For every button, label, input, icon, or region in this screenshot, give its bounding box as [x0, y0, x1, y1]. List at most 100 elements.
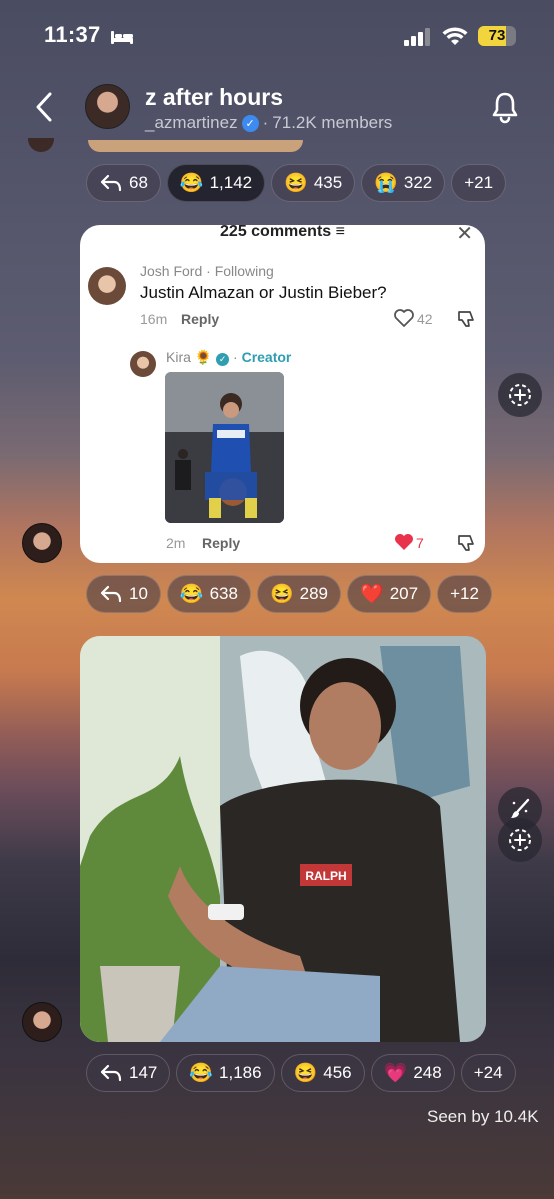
creator-avatar[interactable]: [130, 351, 156, 377]
battery-indicator: 73: [478, 26, 516, 46]
laugh-cry-emoji-icon: 😂: [179, 584, 204, 605]
comment-relation: Following: [214, 263, 274, 279]
basketball-player-image: [165, 372, 284, 523]
reaction-count: 1,142: [209, 173, 253, 192]
dislike-icon[interactable]: [456, 533, 476, 553]
reaction-count: 322: [403, 173, 433, 192]
more-reactions-count: +24: [473, 1063, 503, 1082]
channel-handle[interactable]: _azmartinez: [145, 113, 238, 133]
seen-by-count[interactable]: Seen by 10.4K: [427, 1107, 539, 1127]
post-photo[interactable]: RALPH: [80, 636, 486, 1042]
reply-count: 10: [129, 584, 148, 603]
channel-subtitle: _azmartinez ✓ · 71.2K members: [145, 113, 392, 133]
reply-photo[interactable]: [165, 372, 284, 523]
grin-emoji-icon: 😆: [269, 584, 294, 605]
reaction-grin[interactable]: 😆 456: [280, 1054, 365, 1092]
reply-like-count: 7: [416, 535, 424, 551]
reply-count-button[interactable]: 10: [86, 575, 161, 613]
reaction-sob[interactable]: 😭 322: [361, 164, 446, 202]
battery-percent: 73: [488, 27, 506, 44]
reaction-row-top: 68 😂 1,142 😆 435 😭 322 +21: [86, 164, 507, 202]
reply-count: 68: [129, 173, 148, 192]
comment-text: Justin Almazan or Justin Bieber?: [140, 283, 387, 302]
poster-avatar[interactable]: [22, 1002, 62, 1042]
reply-icon: [100, 585, 122, 603]
poster-avatar[interactable]: [22, 523, 62, 563]
channel-avatar[interactable]: [85, 84, 130, 129]
reaction-grin[interactable]: 😆 435: [271, 164, 356, 202]
reaction-heart[interactable]: ❤️ 207: [347, 575, 432, 613]
comments-card: 225 comments ≡ ✕ Josh Ford · Following J…: [80, 225, 485, 563]
reply-icon: [100, 1064, 122, 1082]
more-reactions-button[interactable]: +21: [451, 164, 507, 202]
laugh-cry-emoji-icon: 😂: [189, 1063, 214, 1084]
sunflower-icon: 🌻: [194, 349, 213, 365]
creator-verified-icon: ✓: [216, 353, 230, 366]
reply-reply-button[interactable]: Reply: [202, 535, 240, 551]
previous-post-edge: [88, 140, 303, 152]
back-button[interactable]: [30, 90, 60, 124]
close-icon[interactable]: ✕: [456, 225, 473, 246]
previous-post-avatar: [28, 138, 54, 152]
channel-title[interactable]: z after hours: [145, 84, 283, 111]
heart-filled-icon[interactable]: [394, 533, 414, 551]
reply-author-line: Kira 🌻 ✓ · Creator: [166, 349, 292, 366]
heart-emoji-icon: ❤️: [360, 584, 384, 605]
creator-badge: Creator: [241, 349, 292, 365]
comment-author-line: Josh Ford · Following: [140, 263, 274, 279]
add-circle-icon: [509, 384, 531, 406]
laugh-cry-emoji-icon: 😂: [179, 173, 204, 194]
reaction-count: 289: [299, 584, 329, 603]
more-reactions-count: +12: [450, 584, 479, 603]
comment-like-count: 42: [417, 311, 433, 327]
heart-outline-icon[interactable]: [394, 309, 414, 327]
comments-header[interactable]: 225 comments ≡: [80, 225, 485, 241]
reply-count-button[interactable]: 147: [86, 1054, 171, 1092]
reaction-laugh-cry[interactable]: 😂 638: [166, 575, 251, 613]
add-reaction-button[interactable]: [498, 373, 542, 417]
more-reactions-button[interactable]: +12: [437, 575, 492, 613]
reaction-laugh-cry[interactable]: 😂 1,186: [176, 1054, 275, 1092]
verified-badge-icon: ✓: [241, 114, 259, 132]
sort-filter-icon: ≡: [335, 225, 345, 240]
grin-emoji-icon: 😆: [293, 1063, 318, 1084]
comment-time: 16m: [140, 311, 168, 327]
subtitle-separator: ·: [262, 113, 269, 132]
add-reaction-button[interactable]: [498, 818, 542, 862]
pink-heart-emoji-icon: 💗: [383, 1063, 408, 1084]
comment-author[interactable]: Josh Ford: [140, 263, 202, 279]
wifi-icon: [442, 27, 468, 45]
reaction-grin[interactable]: 😆 289: [256, 575, 342, 613]
comments-count: 225 comments: [220, 225, 332, 240]
notification-bell-icon[interactable]: [490, 90, 520, 124]
reaction-laugh-cry[interactable]: 😂 1,142: [166, 164, 266, 202]
reply-icon: [100, 174, 122, 192]
reaction-pink-heart[interactable]: 💗 248: [370, 1054, 455, 1092]
more-reactions-count: +21: [464, 173, 494, 192]
post-image: RALPH: [80, 636, 486, 1042]
sob-emoji-icon: 😭: [374, 173, 398, 194]
more-reactions-button[interactable]: +24: [460, 1054, 516, 1092]
reaction-count: 435: [313, 173, 343, 192]
member-count: 71.2K members: [272, 113, 393, 132]
commenter-avatar[interactable]: [88, 267, 126, 305]
reaction-row-bottom: 147 😂 1,186 😆 456 💗 248 +24: [86, 1054, 516, 1092]
reaction-count: 456: [323, 1063, 352, 1082]
add-circle-icon: [509, 829, 531, 851]
status-time: 11:37: [44, 22, 101, 47]
reply-time: 2m: [166, 535, 186, 551]
shirt-print: RALPH: [305, 869, 346, 883]
comment-reply-button[interactable]: Reply: [181, 311, 219, 327]
cellular-signal-icon: [404, 28, 430, 46]
reaction-count: 1,186: [219, 1063, 262, 1082]
grin-emoji-icon: 😆: [284, 173, 308, 194]
reaction-count: 248: [413, 1063, 442, 1082]
reaction-count: 638: [209, 584, 238, 603]
reply-author[interactable]: Kira: [166, 349, 191, 365]
dislike-icon[interactable]: [456, 309, 476, 329]
sleep-focus-icon: [111, 31, 133, 44]
reaction-row-middle: 10 😂 638 😆 289 ❤️ 207 +12: [86, 575, 492, 613]
reaction-count: 207: [389, 584, 419, 603]
reply-count-button[interactable]: 68: [86, 164, 161, 202]
reply-count: 147: [129, 1063, 158, 1082]
